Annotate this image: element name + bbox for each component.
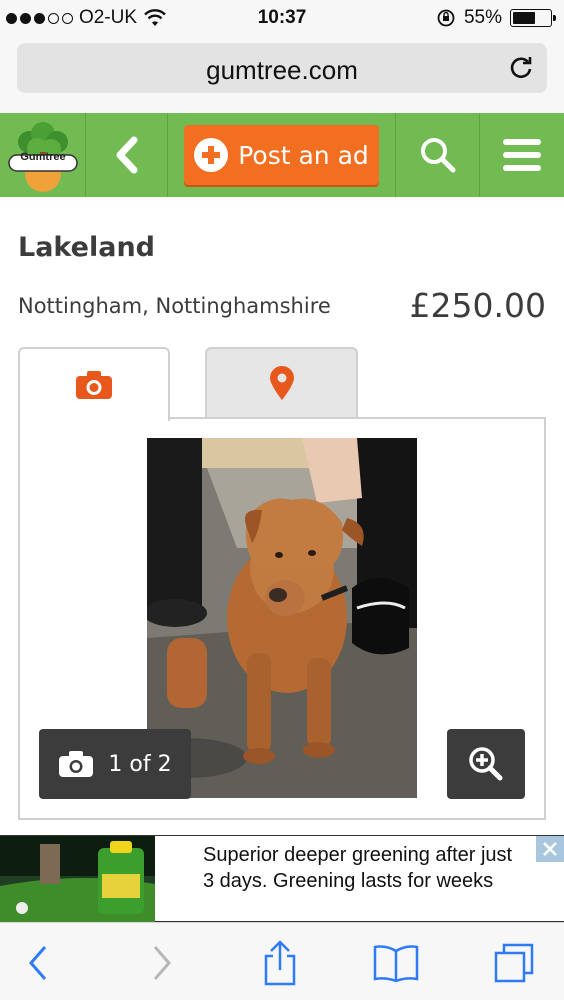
browser-back-button[interactable]	[14, 939, 62, 987]
hamburger-menu-icon	[503, 139, 541, 171]
photo-counter-text: 1 of 2	[108, 751, 172, 777]
ad-close-button[interactable]	[536, 836, 564, 862]
listing-price: £250.00	[409, 286, 546, 325]
photo-counter-button[interactable]: 1 of 2	[39, 729, 191, 799]
ad-banner[interactable]: Superior deeper greening after just 3 da…	[0, 835, 564, 922]
zoom-button[interactable]	[447, 729, 525, 799]
camera-icon	[59, 751, 94, 777]
logo-text: Gumtree	[20, 151, 66, 163]
search-button[interactable]	[396, 113, 480, 197]
tabs-button[interactable]	[490, 939, 538, 987]
gumtree-logo[interactable]: Gumtree	[0, 113, 86, 197]
browser-toolbar	[0, 922, 564, 1000]
status-bar: O2-UK 10:37 55%	[0, 0, 564, 38]
listing-title: Lakeland	[18, 232, 155, 263]
orientation-lock-icon	[437, 9, 455, 27]
url-text: gumtree.com	[206, 55, 358, 85]
share-icon	[264, 940, 296, 986]
listing-location: Nottingham, Nottinghamshire	[18, 294, 331, 318]
share-button[interactable]	[256, 939, 304, 987]
browser-forward-button[interactable]	[138, 939, 186, 987]
address-bar[interactable]: gumtree.com	[17, 43, 547, 93]
map-pin-icon	[269, 366, 294, 400]
back-arrow-icon	[29, 946, 47, 980]
zoom-in-icon	[469, 747, 503, 781]
lawn-product-image	[0, 836, 155, 922]
post-ad-button[interactable]: Post an ad	[184, 125, 379, 185]
tab-map[interactable]	[205, 347, 358, 417]
search-icon	[420, 138, 455, 173]
camera-icon	[76, 371, 112, 399]
post-ad-label: Post an ad	[238, 140, 369, 170]
bookmarks-icon	[373, 945, 419, 983]
menu-button[interactable]	[480, 113, 564, 197]
ad-text: Superior deeper greening after just 3 da…	[203, 844, 513, 892]
close-icon	[543, 842, 557, 856]
site-header: Gumtree Post an ad	[0, 113, 564, 197]
browser-address-area: gumtree.com	[0, 38, 564, 113]
reload-icon[interactable]	[507, 54, 535, 82]
bookmarks-button[interactable]	[372, 939, 420, 987]
forward-arrow-icon	[153, 946, 171, 980]
battery-icon	[510, 9, 556, 27]
battery-info: 55%	[436, 7, 556, 29]
ad-image[interactable]	[0, 836, 155, 922]
post-ad-cell: Post an ad	[168, 113, 396, 197]
back-button[interactable]	[86, 113, 168, 197]
plus-icon	[194, 138, 229, 172]
battery-percent: 55%	[463, 7, 502, 28]
tab-photos[interactable]	[18, 347, 170, 421]
tabs-icon	[494, 943, 534, 983]
chevron-left-icon	[116, 136, 137, 174]
